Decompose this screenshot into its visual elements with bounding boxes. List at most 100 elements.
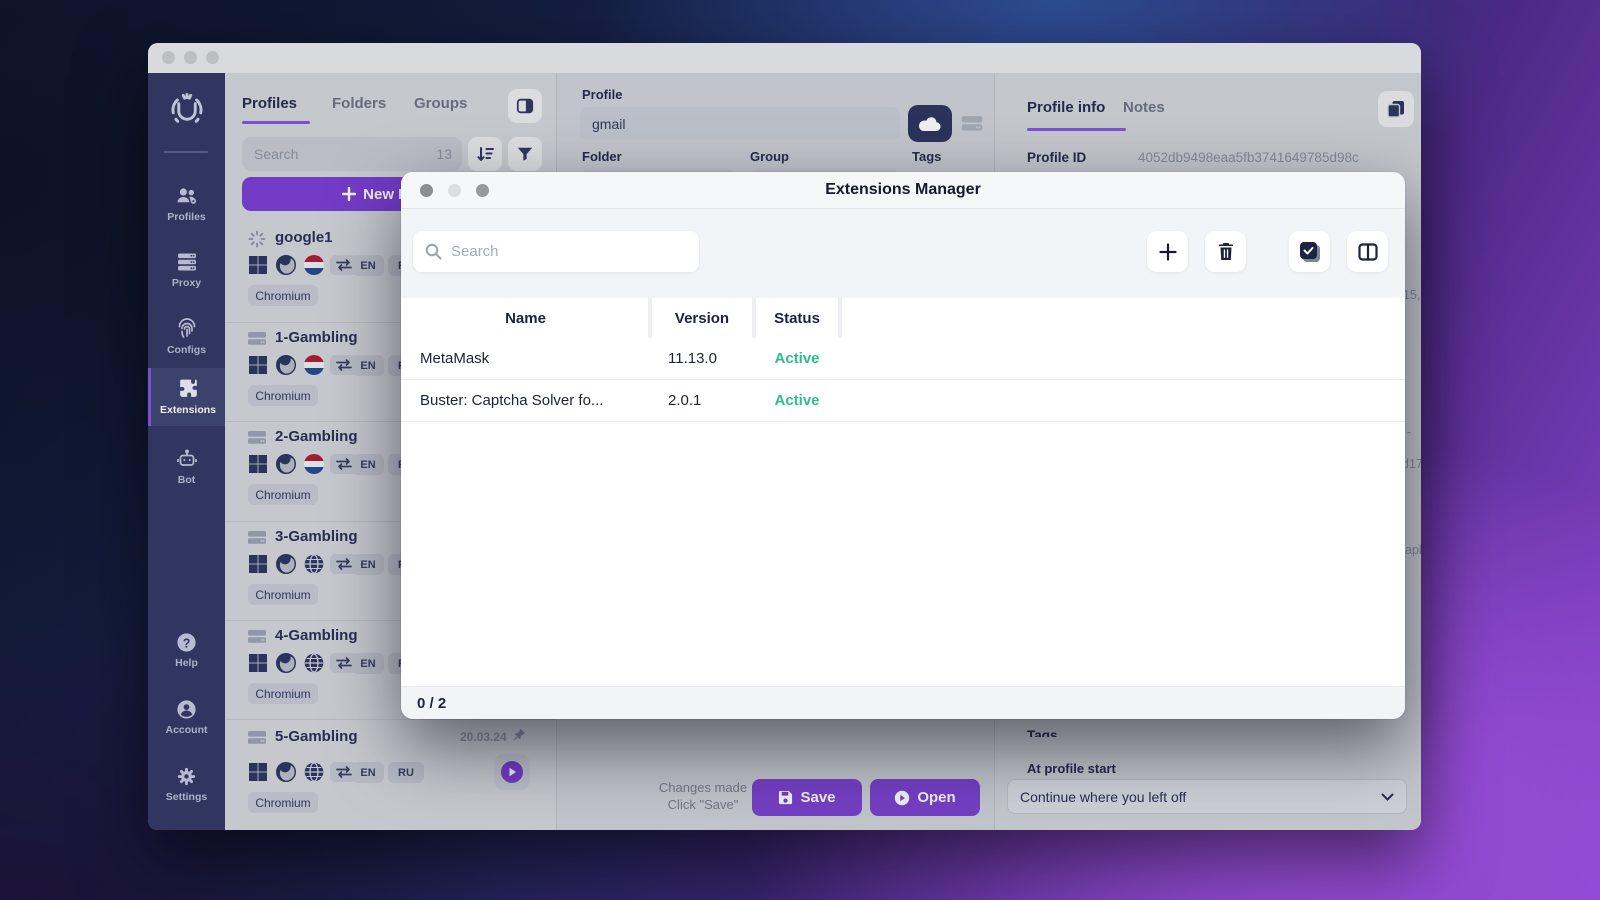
maximize-window-button[interactable] bbox=[206, 51, 219, 64]
modal-title: Extensions Manager bbox=[401, 181, 1405, 199]
sidebar-item-profiles[interactable]: Profiles bbox=[148, 183, 225, 223]
svg-text:?: ? bbox=[183, 636, 191, 650]
plus-icon bbox=[342, 187, 356, 201]
cloud-storage-button[interactable] bbox=[908, 105, 952, 142]
tab-folders[interactable]: Folders bbox=[332, 95, 386, 112]
browser-tag: Chromium bbox=[248, 683, 318, 704]
open-label: Open bbox=[917, 789, 955, 806]
browser-firefox-icon bbox=[276, 355, 296, 380]
sidebar-item-label: Extensions bbox=[160, 404, 216, 416]
delete-extension-button[interactable] bbox=[1205, 231, 1246, 272]
open-button[interactable]: Open bbox=[870, 779, 980, 816]
profile-name-value: gmail bbox=[592, 116, 625, 132]
save-button[interactable]: Save bbox=[752, 779, 862, 816]
sidebar-item-proxy[interactable]: Proxy bbox=[148, 250, 225, 289]
profile-row[interactable]: 5-Gambling 20.03.24 EN RU bbox=[225, 724, 557, 826]
search-placeholder: Search bbox=[451, 243, 499, 260]
columns-icon bbox=[1358, 243, 1378, 261]
browser-tag: Chromium bbox=[248, 792, 318, 813]
flag-nl-icon bbox=[304, 454, 324, 474]
panel-toggle-button[interactable] bbox=[508, 89, 542, 123]
sidebar-item-configs[interactable]: Configs bbox=[148, 317, 225, 356]
clipped-text-fragment: 15, bbox=[1403, 288, 1420, 302]
panel-toggle-icon bbox=[516, 97, 534, 115]
puzzle-icon bbox=[176, 376, 201, 401]
browser-firefox-icon bbox=[276, 554, 296, 579]
table-row[interactable]: Buster: Captcha Solver fo... 2.0.1 Activ… bbox=[401, 380, 1405, 422]
sort-button[interactable] bbox=[468, 137, 502, 171]
at-profile-start-select[interactable]: Continue where you left off bbox=[1007, 779, 1407, 814]
browser-firefox-icon bbox=[276, 255, 296, 280]
extension-version: 2.0.1 bbox=[668, 392, 701, 409]
column-header-status[interactable]: Status bbox=[756, 298, 838, 338]
server-icon bbox=[248, 331, 266, 346]
open-play-icon bbox=[894, 790, 910, 806]
profile-name: 1-Gambling bbox=[275, 329, 358, 346]
lang-badge: EN bbox=[352, 355, 384, 376]
extensions-search-input[interactable]: Search bbox=[413, 231, 699, 272]
globe-icon bbox=[304, 653, 324, 678]
minimize-window-button[interactable] bbox=[184, 51, 197, 64]
start-profile-button[interactable] bbox=[494, 754, 530, 790]
add-extension-button[interactable] bbox=[1147, 231, 1188, 272]
selected-count: 0 / 2 bbox=[417, 695, 446, 712]
tab-profiles[interactable]: Profiles bbox=[242, 95, 297, 112]
profile-name: google1 bbox=[275, 229, 333, 246]
profiles-search-input[interactable]: Search 13 bbox=[242, 137, 462, 171]
tab-profile-info[interactable]: Profile info bbox=[1027, 99, 1105, 116]
sidebar-item-settings[interactable]: Settings bbox=[148, 765, 225, 803]
browser-tag: Chromium bbox=[248, 385, 318, 406]
clipped-tags-label: Tags bbox=[1027, 728, 1058, 737]
help-icon: ? bbox=[175, 631, 198, 654]
lang-badge: EN bbox=[352, 255, 384, 276]
os-windows-icon bbox=[248, 554, 268, 579]
proxy-icon bbox=[175, 250, 199, 274]
account-icon bbox=[175, 698, 198, 721]
local-storage-icon[interactable] bbox=[961, 115, 983, 132]
at-profile-start-value: Continue where you left off bbox=[1020, 789, 1186, 805]
sidebar-item-help[interactable]: ? Help bbox=[148, 631, 225, 669]
tab-groups[interactable]: Groups bbox=[414, 95, 467, 112]
trash-icon bbox=[1217, 242, 1235, 261]
profile-name-input[interactable]: gmail bbox=[580, 107, 900, 140]
robot-icon bbox=[175, 447, 199, 471]
gear-icon bbox=[175, 765, 198, 788]
extension-status: Active bbox=[756, 350, 838, 367]
os-windows-icon bbox=[248, 762, 268, 787]
row-divider bbox=[225, 719, 557, 720]
sidebar-item-bot[interactable]: Bot bbox=[148, 447, 225, 486]
modal-footer-divider bbox=[401, 686, 1405, 687]
profile-id-value: 4052db9498eaa5fb3741649785d98c bbox=[1138, 150, 1359, 165]
filter-button[interactable] bbox=[508, 137, 542, 171]
copy-profile-button[interactable] bbox=[1378, 91, 1414, 127]
server-icon bbox=[248, 530, 266, 545]
cloud-icon bbox=[918, 115, 942, 132]
extension-version: 11.13.0 bbox=[668, 350, 717, 367]
sidebar-item-label: Help bbox=[175, 657, 198, 669]
select-all-icon bbox=[1298, 240, 1322, 264]
sidebar-item-account[interactable]: Account bbox=[148, 698, 225, 736]
close-window-button[interactable] bbox=[162, 51, 175, 64]
select-all-button[interactable] bbox=[1289, 231, 1330, 272]
browser-tag: Chromium bbox=[248, 285, 318, 306]
sidebar-item-extensions[interactable]: Extensions bbox=[148, 368, 225, 426]
tab-profile-info-underline bbox=[1027, 128, 1126, 131]
column-header-name[interactable]: Name bbox=[403, 298, 648, 338]
server-icon bbox=[248, 430, 266, 445]
tab-profiles-underline bbox=[242, 121, 310, 124]
changes-hint: Changes made Click "Save" bbox=[648, 779, 758, 813]
save-icon bbox=[778, 790, 793, 805]
flag-nl-icon bbox=[304, 355, 324, 375]
sidebar-item-label: Bot bbox=[178, 474, 196, 486]
plus-icon bbox=[1159, 243, 1177, 261]
clipped-text-fragment: - bbox=[1407, 425, 1411, 439]
sidebar-item-label: Configs bbox=[167, 344, 206, 356]
globe-icon bbox=[304, 554, 324, 579]
tab-notes[interactable]: Notes bbox=[1123, 99, 1165, 116]
table-row[interactable]: MetaMask 11.13.0 Active bbox=[401, 338, 1405, 380]
columns-view-button[interactable] bbox=[1347, 231, 1388, 272]
extension-name: MetaMask bbox=[420, 350, 489, 367]
os-windows-icon bbox=[248, 255, 268, 280]
server-icon bbox=[248, 730, 266, 745]
column-header-version[interactable]: Version bbox=[652, 298, 752, 338]
